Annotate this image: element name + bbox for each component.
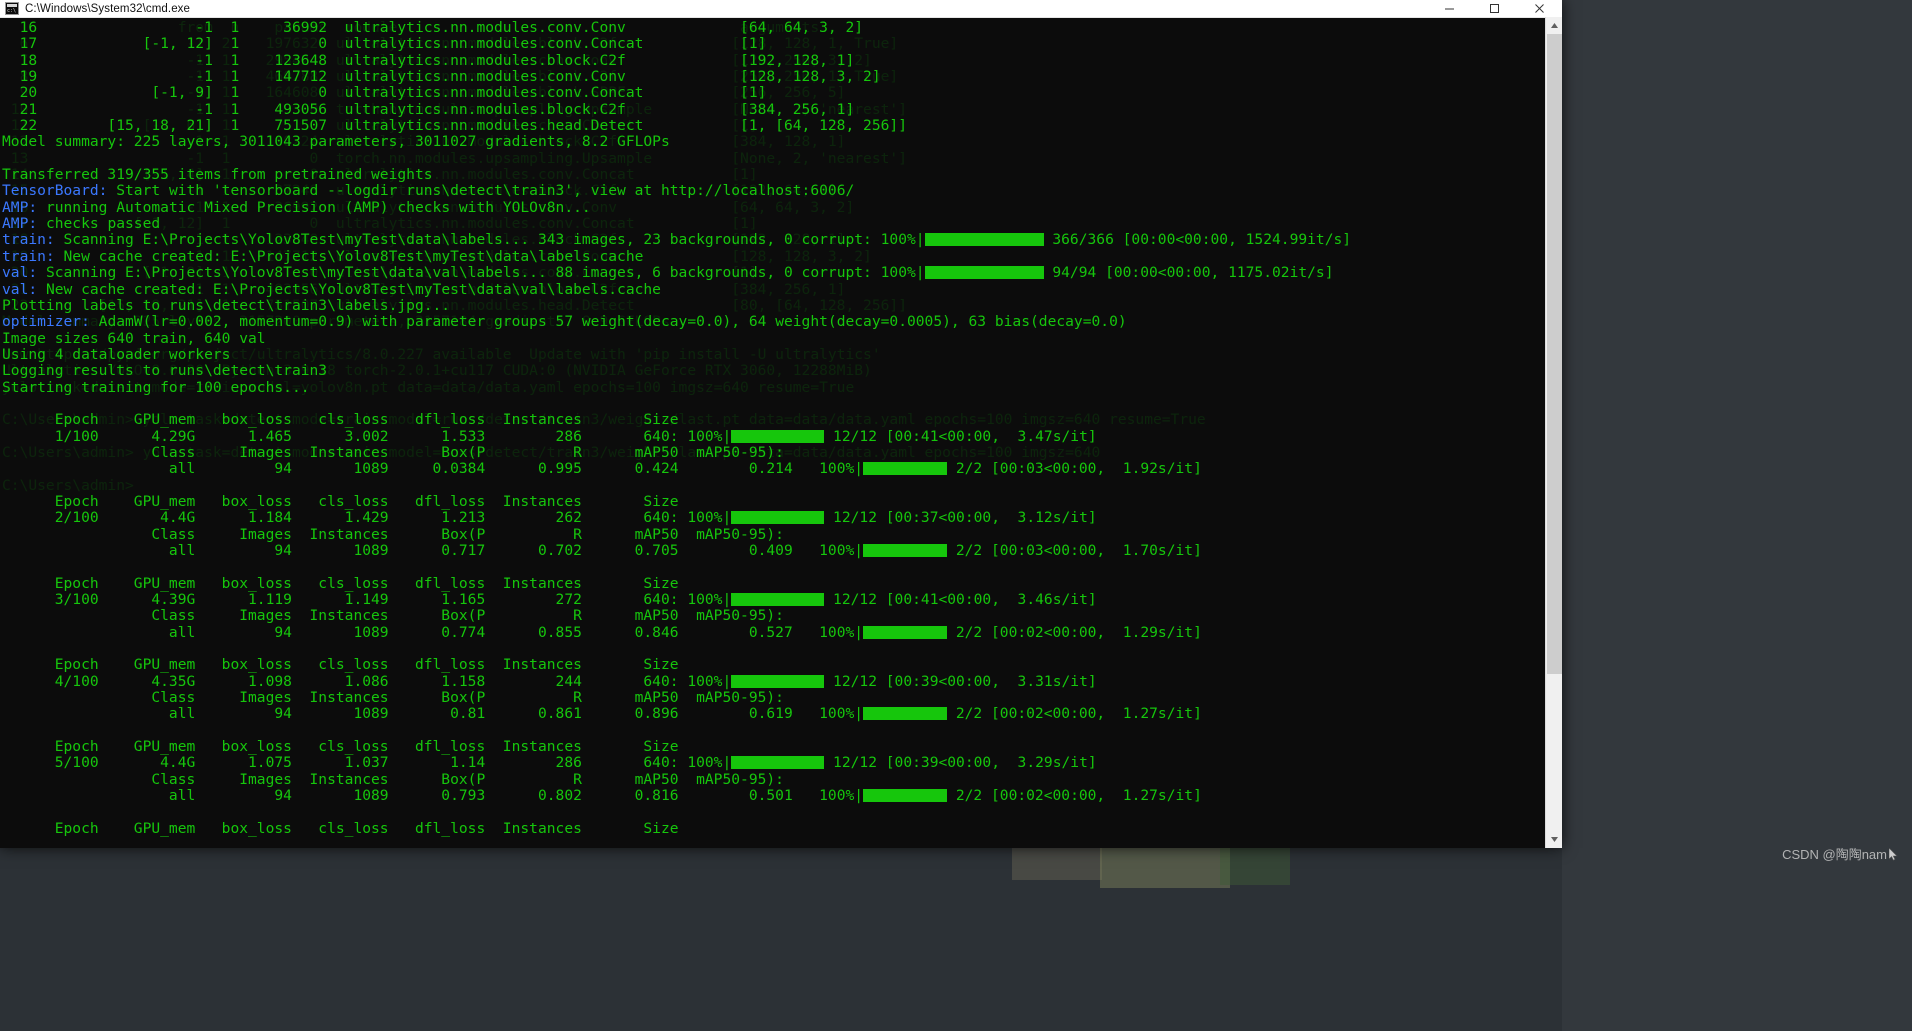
console-scrollbar[interactable] xyxy=(1545,17,1562,848)
console-output-area[interactable]: from n params module arguments 6 -1 2 19… xyxy=(0,18,1562,848)
chevron-down-icon xyxy=(1551,837,1558,842)
epoch-val-row: all 94 1089 0.0384 0.995 0.424 0.214 100… xyxy=(2,460,1202,478)
desktop-window-peek xyxy=(1220,845,1290,885)
epoch-train-header: Epoch GPU_mem box_loss cls_loss dfl_loss… xyxy=(2,738,679,756)
cmd-icon xyxy=(5,2,19,15)
epoch-val-header: Class Images Instances Box(P R mAP50 mAP… xyxy=(2,607,793,625)
progress-bar xyxy=(731,429,825,443)
scroll-down-button[interactable] xyxy=(1546,831,1562,848)
progress-bar xyxy=(731,511,825,525)
model-layer-row: 19 -1 1 147712 ultralytics.nn.modules.co… xyxy=(2,68,881,86)
epoch-train-header: Epoch GPU_mem box_loss cls_loss dfl_loss… xyxy=(2,574,679,592)
progress-bar xyxy=(924,233,1044,247)
model-layer-row: 16 -1 1 36992 ultralytics.nn.modules.con… xyxy=(2,19,864,36)
epoch-val-row: all 94 1089 0.717 0.702 0.705 0.409 100%… xyxy=(2,542,1202,559)
desktop-right-strip xyxy=(1562,0,1912,1031)
epoch-val-row: all 94 1089 0.81 0.861 0.896 0.619 100%|… xyxy=(2,705,1202,723)
epoch-train-row: 3/100 4.39G 1.119 1.149 1.165 272 640: 1… xyxy=(2,591,1097,609)
image-sizes-line: Image sizes 640 train, 640 val xyxy=(2,329,266,347)
epoch-val-row: all 94 1089 0.774 0.855 0.846 0.527 100%… xyxy=(2,623,1202,641)
epoch-train-row: 4/100 4.35G 1.098 1.086 1.158 244 640: 1… xyxy=(2,672,1097,690)
epoch-val-header: Class Images Instances Box(P R mAP50 mAP… xyxy=(2,443,793,461)
train-scan-line: train: Scanning E:\Projects\Yolov8Test\m… xyxy=(2,231,1352,249)
progress-bar xyxy=(731,674,825,688)
amp-passed-line: AMP: checks passed xyxy=(2,215,161,233)
close-icon xyxy=(1535,4,1544,13)
progress-bar xyxy=(863,789,948,803)
starting-line: Starting training for 100 epochs... xyxy=(2,378,310,396)
epoch-val-header: Class Images Instances Box(P R mAP50 mAP… xyxy=(2,689,793,707)
maximize-icon xyxy=(1490,4,1499,13)
watermark: CSDN @陶陶nam xyxy=(1782,844,1898,863)
optimizer-line: optimizer: AdamW(lr=0.002, momentum=0.9)… xyxy=(2,313,1127,331)
progress-bar xyxy=(863,462,948,476)
cmd-window[interactable]: C:\Windows\System32\cmd.exe xyxy=(0,0,1562,848)
minimize-icon xyxy=(1445,8,1454,10)
progress-bar xyxy=(863,544,948,557)
epoch-train-header: Epoch GPU_mem box_loss cls_loss dfl_loss… xyxy=(2,492,679,510)
val-scan-line: val: Scanning E:\Projects\Yolov8Test\myT… xyxy=(2,264,1334,282)
scrollbar-thumb[interactable] xyxy=(1547,34,1562,674)
model-layer-row: 20 [-1, 9] 1 0 ultralytics.nn.modules.co… xyxy=(2,84,767,102)
watermark-text: CSDN @陶陶nam xyxy=(1782,847,1887,862)
model-summary-line: Model summary: 225 layers, 3011043 param… xyxy=(2,133,670,151)
minimize-button[interactable] xyxy=(1427,0,1472,17)
epoch-val-header: Class Images Instances Box(P R mAP50 mAP… xyxy=(2,770,793,788)
epoch-val-header: Class Images Instances Box(P R mAP50 mAP… xyxy=(2,525,793,543)
model-layer-row: 22 [15, 18, 21] 1 751507 ultralytics.nn.… xyxy=(2,117,907,135)
close-button[interactable] xyxy=(1517,0,1562,17)
titlebar[interactable]: C:\Windows\System32\cmd.exe xyxy=(0,0,1562,18)
val-cache-line: val: New cache created: E:\Projects\Yolo… xyxy=(2,280,661,298)
transferred-line: Transferred 319/355 items from pretraine… xyxy=(2,166,433,184)
progress-bar xyxy=(731,593,825,607)
logging-line: Logging results to runs\detect\train3 xyxy=(2,362,328,380)
epoch-train-row: 2/100 4.4G 1.184 1.429 1.213 262 640: 10… xyxy=(2,509,1097,527)
progress-bar xyxy=(863,625,948,639)
scroll-up-button[interactable] xyxy=(1546,17,1562,34)
screen: C:\Windows\System32\cmd.exe xyxy=(0,0,1912,1031)
amp-running-line: AMP: running Automatic Mixed Precision (… xyxy=(2,198,591,216)
progress-bar xyxy=(924,266,1044,280)
tensorboard-line: TensorBoard: Start with 'tensorboard --l… xyxy=(2,182,855,200)
cursor-icon xyxy=(1888,847,1898,861)
epoch-train-header: Epoch GPU_mem box_loss cls_loss dfl_loss… xyxy=(2,656,679,674)
epoch-train-row: 1/100 4.29G 1.465 3.002 1.533 286 640: 1… xyxy=(2,427,1097,445)
model-layer-row: 18 -1 1 123648 ultralytics.nn.modules.bl… xyxy=(2,51,855,69)
workers-line: Using 4 dataloader workers xyxy=(2,345,231,363)
progress-bar xyxy=(731,756,825,770)
maximize-button[interactable] xyxy=(1472,0,1517,17)
epoch-train-row: 5/100 4.4G 1.075 1.037 1.14 286 640: 100… xyxy=(2,754,1097,772)
console-text: 16 -1 1 36992 ultralytics.nn.modules.con… xyxy=(0,18,1562,837)
model-layer-row: 17 [-1, 12] 1 0 ultralytics.nn.modules.c… xyxy=(2,35,767,53)
window-title: C:\Windows\System32\cmd.exe xyxy=(25,2,191,15)
plotting-line: Plotting labels to runs\detect\train3\la… xyxy=(2,296,451,314)
epoch-val-row: all 94 1089 0.793 0.802 0.816 0.501 100%… xyxy=(2,787,1202,805)
desktop-bottom-strip xyxy=(0,848,1562,1031)
train-cache-line: train: New cache created: E:\Projects\Yo… xyxy=(2,247,644,265)
epoch-train-header: Epoch GPU_mem box_loss cls_loss dfl_loss… xyxy=(2,411,679,429)
epoch-train-header: Epoch GPU_mem box_loss cls_loss dfl_loss… xyxy=(2,819,679,837)
progress-bar xyxy=(863,707,948,721)
model-layer-row: 21 -1 1 493056 ultralytics.nn.modules.bl… xyxy=(2,100,855,118)
chevron-up-icon xyxy=(1551,23,1558,28)
